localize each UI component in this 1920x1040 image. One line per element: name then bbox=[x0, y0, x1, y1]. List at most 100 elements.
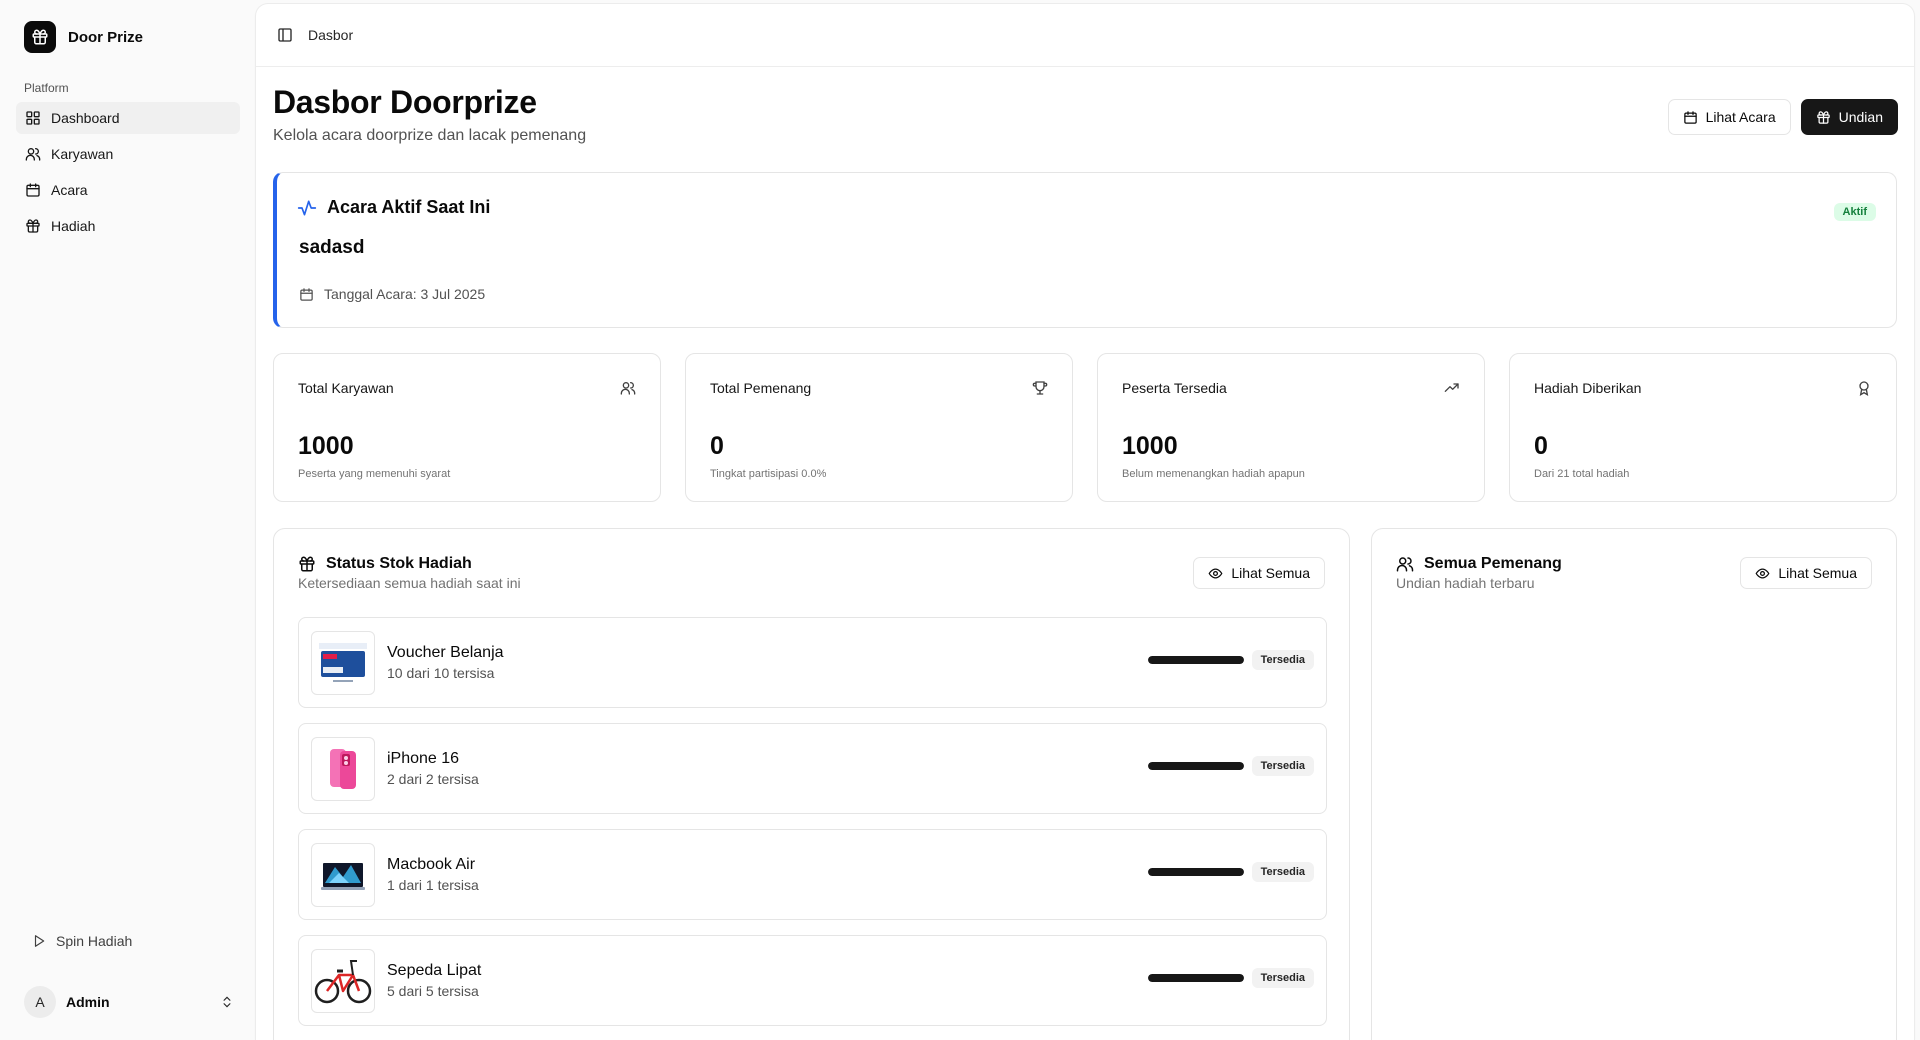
stat-description: Belum memenangkan hadiah apapun bbox=[1122, 468, 1305, 480]
stock-progress-bar bbox=[1147, 656, 1244, 664]
sidebar-item-label: Hadiah bbox=[51, 218, 96, 234]
award-icon bbox=[1856, 380, 1872, 396]
prize-name: Voucher Belanja bbox=[387, 644, 504, 661]
main-content: Dasbor Dasbor Doorprize Kelola acara doo… bbox=[256, 4, 1914, 1040]
active-event-title: Acara Aktif Saat Ini bbox=[327, 197, 491, 217]
stat-card-hadiah-diberikan: Hadiah Diberikan 0 Dari 21 total hadiah bbox=[1509, 353, 1897, 502]
stat-value: 1000 bbox=[298, 432, 354, 460]
prize-item[interactable]: Sepeda Lipat 5 dari 5 tersisa Tersedia bbox=[298, 935, 1327, 1026]
activity-icon bbox=[297, 198, 317, 218]
prize-list: Voucher Belanja 10 dari 10 tersisa Terse… bbox=[298, 617, 1327, 1040]
calendar-icon bbox=[1683, 110, 1698, 125]
spin-hadiah-label: Spin Hadiah bbox=[56, 933, 133, 949]
gift-logo-icon bbox=[24, 21, 56, 53]
app-name: Door Prize bbox=[68, 28, 144, 46]
user-name: Admin bbox=[66, 994, 110, 1010]
play-icon bbox=[32, 934, 46, 948]
view-event-button[interactable]: Lihat Acara bbox=[1667, 99, 1791, 135]
event-date: Tanggal Acara: 3 Jul 2025 bbox=[299, 286, 485, 302]
stat-description: Peserta yang memenuhi syarat bbox=[298, 468, 451, 480]
prize-stock-title: Status Stok Hadiah bbox=[326, 555, 472, 572]
header-actions: Lihat Acara Undian bbox=[1667, 99, 1898, 135]
sidebar-group-label: Platform bbox=[24, 81, 69, 95]
bicycle-image bbox=[311, 948, 375, 1013]
view-all-label: Lihat Semua bbox=[1778, 565, 1857, 581]
sidebar-nav: Dashboard Karyawan Acara Hadiah bbox=[16, 102, 240, 246]
user-menu[interactable]: A Admin bbox=[24, 984, 234, 1020]
eye-icon bbox=[1208, 566, 1223, 581]
gift-icon bbox=[298, 555, 316, 573]
stock-progress-fill bbox=[1147, 868, 1244, 876]
stat-value: 1000 bbox=[1122, 432, 1178, 460]
sidebar-item-label: Dashboard bbox=[51, 110, 120, 126]
stat-label: Total Pemenang bbox=[710, 380, 812, 396]
prize-stock-text: 10 dari 10 tersisa bbox=[387, 665, 495, 681]
stock-progress-bar bbox=[1147, 974, 1244, 982]
prize-stock-panel: Status Stok Hadiah Ketersediaan semua ha… bbox=[273, 528, 1350, 1040]
stat-description: Dari 21 total hadiah bbox=[1534, 468, 1630, 480]
breadcrumb: Dasbor bbox=[308, 27, 354, 43]
stat-label: Peserta Tersedia bbox=[1122, 380, 1227, 396]
sidebar-item-label: Acara bbox=[51, 182, 88, 198]
sidebar-item-acara[interactable]: Acara bbox=[16, 174, 240, 206]
draw-button[interactable]: Undian bbox=[1800, 99, 1898, 135]
prize-stock-text: 1 dari 1 tersisa bbox=[387, 877, 479, 893]
view-event-label: Lihat Acara bbox=[1705, 109, 1776, 125]
prize-name: iPhone 16 bbox=[387, 750, 460, 767]
status-badge: Aktif bbox=[1833, 203, 1876, 221]
prize-item[interactable]: iPhone 16 2 dari 2 tersisa Tersedia bbox=[298, 723, 1327, 814]
stock-progress-fill bbox=[1147, 974, 1244, 982]
stat-value: 0 bbox=[710, 432, 724, 460]
eye-icon bbox=[1755, 566, 1770, 581]
page-header: Dasbor Doorprize Kelola acara doorprize … bbox=[273, 84, 586, 145]
stock-progress-bar bbox=[1147, 762, 1244, 770]
user-icon bbox=[25, 146, 41, 162]
avatar: A bbox=[24, 986, 56, 1018]
sidebar: Door Prize Platform Dashboard Karyawan A… bbox=[0, 0, 256, 1040]
spin-hadiah-link[interactable]: Spin Hadiah bbox=[32, 933, 132, 949]
prize-name: Sepeda Lipat bbox=[387, 962, 482, 979]
sidebar-item-hadiah[interactable]: Hadiah bbox=[16, 210, 240, 242]
stock-status-badge: Tersedia bbox=[1251, 650, 1314, 670]
stat-card-total-karyawan: Total Karyawan 1000 Peserta yang memenuh… bbox=[273, 353, 661, 502]
page-title: Dasbor Doorprize bbox=[273, 84, 537, 120]
winners-panel: Semua Pemenang Undian hadiah terbaru Lih… bbox=[1371, 528, 1897, 1040]
panel-left-icon bbox=[277, 27, 293, 43]
active-event-card: Acara Aktif Saat Ini sadasd Tanggal Acar… bbox=[273, 172, 1897, 328]
sidebar-item-dashboard[interactable]: Dashboard bbox=[16, 102, 240, 134]
winners-subtitle: Undian hadiah terbaru bbox=[1396, 575, 1535, 591]
view-all-winners-button[interactable]: Lihat Semua bbox=[1740, 557, 1872, 589]
iphone-image bbox=[311, 736, 375, 801]
prize-name: Macbook Air bbox=[387, 856, 476, 873]
top-bar: Dasbor bbox=[256, 4, 1914, 67]
stats-row: Total Karyawan 1000 Peserta yang memenuh… bbox=[273, 353, 1897, 502]
macbook-image bbox=[311, 842, 375, 907]
voucher-image bbox=[311, 630, 375, 695]
stat-label: Total Karyawan bbox=[298, 380, 394, 396]
stat-card-total-pemenang: Total Pemenang 0 Tingkat partisipasi 0.0… bbox=[685, 353, 1073, 502]
winners-header: Semua Pemenang Undian hadiah terbaru bbox=[1396, 555, 1562, 591]
chevrons-up-down-icon bbox=[220, 995, 234, 1009]
stock-progress-bar bbox=[1147, 868, 1244, 876]
trophy-icon bbox=[1032, 380, 1048, 396]
stat-description: Tingkat partisipasi 0.0% bbox=[710, 468, 827, 480]
prize-stock-header: Status Stok Hadiah Ketersediaan semua ha… bbox=[298, 555, 521, 591]
stock-status-badge: Tersedia bbox=[1251, 756, 1314, 776]
stock-progress-fill bbox=[1147, 656, 1244, 664]
page-subtitle: Kelola acara doorprize dan lacak pemenan… bbox=[273, 127, 587, 144]
prize-stock-text: 2 dari 2 tersisa bbox=[387, 771, 479, 787]
prize-item[interactable]: Macbook Air 1 dari 1 tersisa Tersedia bbox=[298, 829, 1327, 920]
gift-icon bbox=[25, 218, 41, 234]
sidebar-item-karyawan[interactable]: Karyawan bbox=[16, 138, 240, 170]
brand[interactable]: Door Prize bbox=[24, 21, 143, 53]
sidebar-item-label: Karyawan bbox=[51, 146, 114, 162]
calendar-icon bbox=[299, 287, 314, 302]
draw-label: Undian bbox=[1838, 109, 1883, 125]
calendar-icon bbox=[25, 182, 41, 198]
stock-progress-fill bbox=[1147, 762, 1244, 770]
prize-stock-text: 5 dari 5 tersisa bbox=[387, 983, 479, 999]
prize-item[interactable]: Voucher Belanja 10 dari 10 tersisa Terse… bbox=[298, 617, 1327, 708]
stock-status-badge: Tersedia bbox=[1251, 862, 1314, 882]
view-all-prizes-button[interactable]: Lihat Semua bbox=[1193, 557, 1325, 589]
sidebar-toggle-button[interactable] bbox=[274, 24, 296, 46]
